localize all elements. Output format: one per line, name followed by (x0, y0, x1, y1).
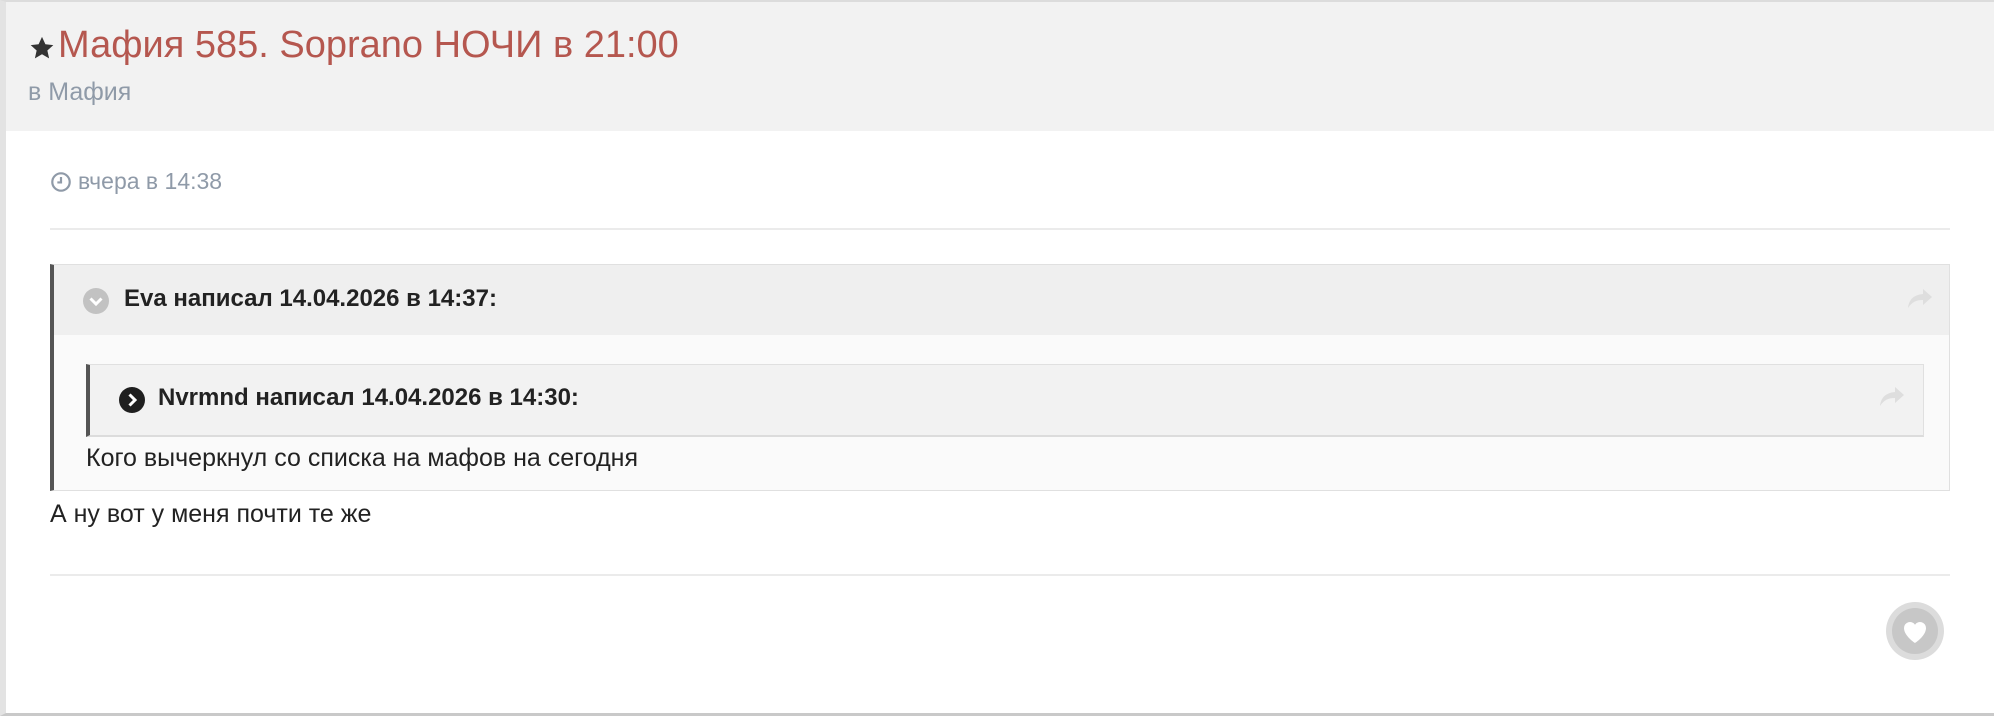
quote-author-line: Eva написал 14.04.2026 в 14:37: (124, 285, 497, 312)
topic-header: Мафия 585. Soprano НОЧИ в 21:00 в Мафия (6, 2, 1994, 131)
star-icon[interactable] (28, 34, 56, 62)
post-footer-divider (50, 574, 1950, 576)
quote-block: Eva написал 14.04.2026 в 14:37: Nvrmnd н… (50, 264, 1950, 491)
clock-icon (51, 171, 71, 192)
post-timestamp[interactable]: вчера в 14:38 (50, 168, 222, 195)
timestamp-text: вчера в 14:38 (78, 168, 223, 194)
like-button[interactable] (1886, 602, 1944, 660)
share-arrow-icon[interactable] (1906, 287, 1934, 311)
nested-quote-author-line: Nvrmnd написал 14.04.2026 в 14:30: (158, 384, 579, 411)
topic-title[interactable]: Мафия 585. Soprano НОЧИ в 21:00 (58, 24, 679, 67)
post-body: А ну вот у меня почти те же (50, 500, 372, 528)
post-divider (50, 228, 1950, 230)
heart-icon (1892, 608, 1938, 654)
nested-quote-block: Nvrmnd написал 14.04.2026 в 14:30: (86, 364, 1924, 437)
chevron-right-icon[interactable] (118, 386, 146, 414)
quote-text: Кого вычеркнул со списка на мафов на сег… (86, 444, 639, 472)
quote-header[interactable]: Eva написал 14.04.2026 в 14:37: (54, 265, 1949, 335)
share-arrow-icon[interactable] (1878, 385, 1906, 409)
topic-post-card: Мафия 585. Soprano НОЧИ в 21:00 в Мафия … (0, 0, 1994, 716)
chevron-down-icon[interactable] (82, 287, 110, 315)
forum-link[interactable]: в Мафия (28, 78, 131, 107)
